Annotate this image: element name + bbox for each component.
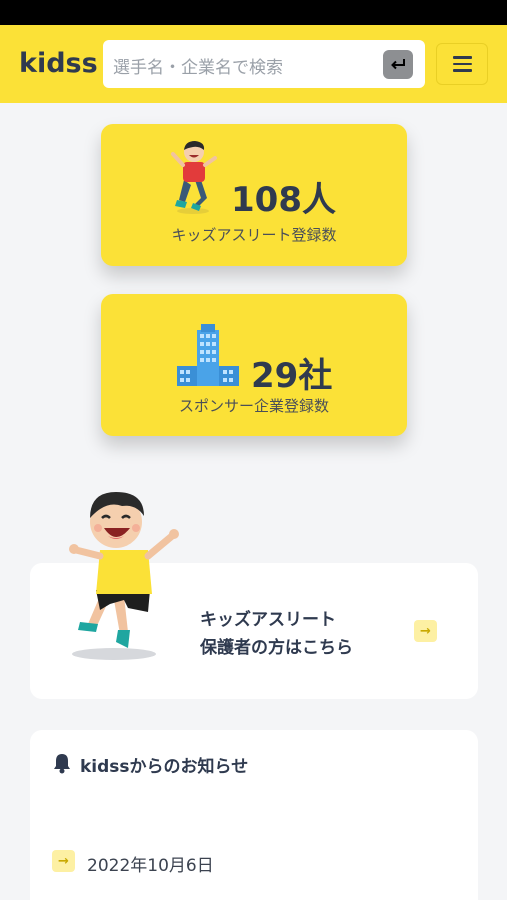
- news-item-date[interactable]: 2022年10月6日: [87, 851, 214, 876]
- athlete-count-label: キッズアスリート登録数: [171, 226, 337, 244]
- enter-button[interactable]: [383, 50, 413, 79]
- menu-line-icon: [452, 62, 472, 66]
- search-bar[interactable]: 選手名・企業名で検索: [103, 40, 425, 88]
- menu-line-icon: [452, 56, 472, 59]
- news-card: kidssからのお知らせ → 2022年10月6日: [30, 730, 478, 900]
- sponsor-count-label: スポンサー企業登録数: [178, 397, 329, 415]
- bell-icon: [54, 754, 70, 774]
- news-title: kidssからのお知らせ: [80, 757, 249, 777]
- hamburger-menu-button[interactable]: [436, 43, 488, 85]
- cheering-kid-illustration: [69, 492, 179, 660]
- status-bar: [0, 0, 507, 25]
- sponsor-count-value: 29社: [251, 356, 333, 396]
- arrow-right-icon[interactable]: →: [414, 620, 437, 642]
- enter-icon: [391, 58, 405, 69]
- header: kidss 選手名・企業名で検索: [0, 25, 507, 103]
- arrow-right-icon[interactable]: →: [52, 850, 75, 872]
- office-building-icon: [177, 324, 239, 386]
- sponsor-count-card[interactable]: 29社 スポンサー企業登録数: [101, 294, 407, 436]
- parents-link-line1: キッズアスリート: [200, 610, 336, 630]
- search-input[interactable]: 選手名・企業名で検索: [113, 53, 283, 78]
- parents-link-text: キッズアスリート 保護者の方はこちら: [200, 606, 353, 662]
- athlete-count-card[interactable]: 108人 キッズアスリート登録数: [101, 124, 407, 266]
- menu-line-icon: [452, 69, 472, 72]
- running-kid-icon: [171, 141, 217, 214]
- athlete-count-value: 108人: [231, 180, 336, 220]
- parents-link-line2: 保護者の方はこちら: [200, 638, 353, 658]
- logo[interactable]: kidss: [19, 48, 98, 79]
